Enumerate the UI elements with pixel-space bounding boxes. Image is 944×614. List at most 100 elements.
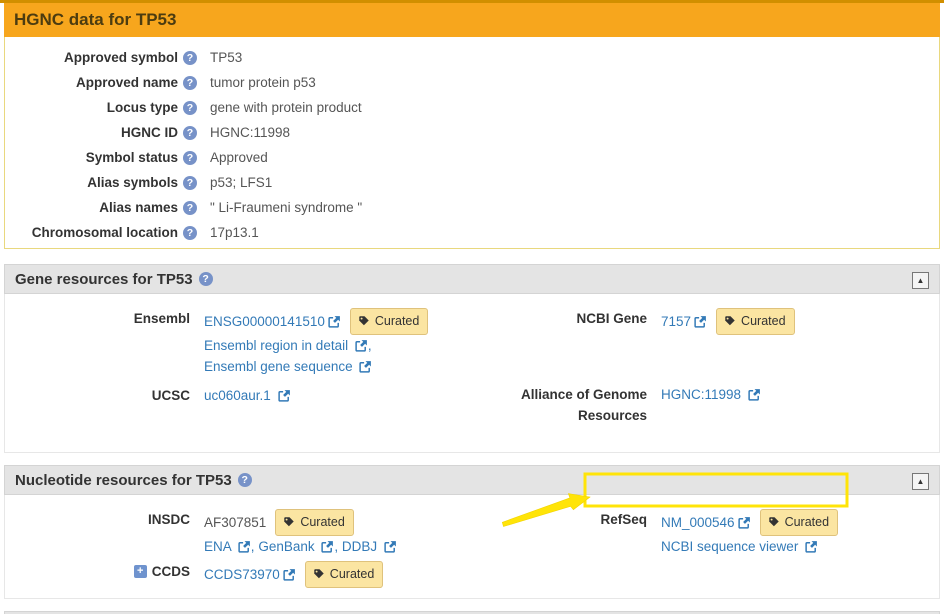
help-icon[interactable]: ?: [183, 201, 197, 215]
help-icon[interactable]: ?: [238, 473, 252, 487]
hgnc-panel-body: Approved symbol? TP53 Approved name? tum…: [4, 37, 940, 249]
field-value: 17p13.1: [210, 225, 939, 240]
curated-badge: Curated: [350, 308, 428, 335]
gene-resources-body: Ensembl ENSG00000141510 Curated Ensembl …: [4, 294, 940, 453]
resource-row-refseq: RefSeq NM_000546 Curated NCBI sequence v…: [472, 509, 939, 557]
resource-label: NCBI Gene: [472, 308, 647, 329]
field-label: Approved symbol: [64, 50, 178, 65]
field-label: Symbol status: [86, 150, 178, 165]
collapse-icon: ▲: [917, 276, 925, 285]
nucleotide-right-column: RefSeq NM_000546 Curated NCBI sequence v…: [472, 509, 939, 557]
ddbj-link[interactable]: DDBJ: [342, 539, 377, 554]
external-link-icon: [384, 540, 397, 553]
table-row: Approved symbol? TP53: [5, 45, 939, 70]
ccds-id-link[interactable]: CCDS73970: [204, 564, 280, 586]
hgnc-data-panel: HGNC data for TP53 Approved symbol? TP53…: [4, 3, 940, 249]
field-label: Locus type: [107, 100, 178, 115]
ncbi-gene-id-link[interactable]: 7157: [661, 311, 691, 333]
field-label: HGNC ID: [121, 125, 178, 140]
resource-row-alliance: Alliance of Genome Resources HGNC:11998: [472, 384, 939, 426]
resource-label: Ensembl: [5, 308, 190, 329]
hgnc-gene-page: HGNC data for TP53 Approved symbol? TP53…: [0, 0, 944, 614]
table-row: Symbol status? Approved: [5, 145, 939, 170]
collapse-button[interactable]: ▲: [912, 473, 929, 490]
gene-resources-section: Gene resources for TP53 ? ▲ Ensembl ENSG…: [4, 264, 940, 453]
help-icon[interactable]: ?: [183, 76, 197, 90]
field-label: Approved name: [76, 75, 178, 90]
field-value: Approved: [210, 150, 939, 165]
help-icon[interactable]: ?: [183, 176, 197, 190]
field-value: " Li-Fraumeni syndrome ": [210, 200, 939, 215]
external-link-icon: [805, 540, 818, 553]
collapse-icon: ▲: [917, 477, 925, 486]
table-row: Alias symbols? p53; LFS1: [5, 170, 939, 195]
resource-label: Alliance of Genome Resources: [472, 384, 647, 426]
help-icon[interactable]: ?: [183, 151, 197, 165]
external-link-icon: [278, 389, 291, 402]
resource-row-ccds: +CCDS CCDS73970 Curated: [5, 561, 472, 588]
field-value: TP53: [210, 50, 939, 65]
ena-link[interactable]: ENA: [204, 539, 231, 554]
resource-label: +CCDS: [5, 561, 190, 582]
table-row: Alias names? " Li-Fraumeni syndrome ": [5, 195, 939, 220]
table-row: HGNC ID? HGNC:11998: [5, 120, 939, 145]
external-link-icon: [328, 315, 341, 328]
help-icon[interactable]: ?: [183, 51, 197, 65]
curated-badge: Curated: [760, 509, 838, 536]
ncbi-sequence-viewer-link[interactable]: NCBI sequence viewer: [661, 539, 798, 554]
ensembl-id-link[interactable]: ENSG00000141510: [204, 311, 325, 333]
external-link-icon: [355, 339, 368, 352]
tag-icon: [724, 315, 736, 327]
field-label: Chromosomal location: [32, 225, 178, 240]
resource-label: UCSC: [5, 385, 190, 406]
resource-row-ucsc: UCSC uc060aur.1: [5, 385, 472, 406]
field-label: Alias symbols: [87, 175, 178, 190]
curated-badge: Curated: [716, 308, 794, 335]
help-icon[interactable]: ?: [199, 272, 213, 286]
gene-resources-heading: Gene resources for TP53 ? ▲: [4, 264, 940, 294]
gene-right-column: NCBI Gene 7157 Curated Alliance of Genom…: [472, 308, 939, 426]
external-link-icon: [283, 568, 296, 581]
resource-label: RefSeq: [472, 509, 647, 530]
ensembl-sequence-link[interactable]: Ensembl gene sequence: [204, 359, 353, 374]
external-link-icon: [359, 360, 372, 373]
resource-row-insdc: INSDC AF307851 Curated ENA , GenBank , D…: [5, 509, 472, 557]
resource-row-ncbi: NCBI Gene 7157 Curated: [472, 308, 939, 335]
separator: ,: [334, 539, 338, 554]
insdc-accession: AF307851: [204, 512, 266, 534]
ensembl-region-link[interactable]: Ensembl region in detail: [204, 338, 348, 353]
field-value: p53; LFS1: [210, 175, 939, 190]
table-row: Chromosomal location? 17p13.1: [5, 220, 939, 245]
help-icon[interactable]: ?: [183, 101, 197, 115]
separator: ,: [251, 539, 255, 554]
hgnc-panel-title: HGNC data for TP53: [4, 3, 940, 37]
field-label: Alias names: [99, 200, 178, 215]
tag-icon: [283, 516, 295, 528]
help-icon[interactable]: ?: [183, 126, 197, 140]
table-row: Approved name? tumor protein p53: [5, 70, 939, 95]
tag-icon: [768, 516, 780, 528]
external-link-icon: [694, 315, 707, 328]
external-link-icon: [748, 388, 761, 401]
external-link-icon: [738, 516, 751, 529]
nucleotide-resources-heading: Nucleotide resources for TP53 ? ▲: [4, 465, 940, 495]
gene-left-column: Ensembl ENSG00000141510 Curated Ensembl …: [5, 308, 472, 406]
resource-label: INSDC: [5, 509, 190, 530]
curated-badge: Curated: [305, 561, 383, 588]
field-value: HGNC:11998: [210, 125, 939, 140]
nucleotide-resources-body: INSDC AF307851 Curated ENA , GenBank , D…: [4, 495, 940, 599]
field-value: gene with protein product: [210, 100, 939, 115]
tag-icon: [313, 568, 325, 580]
genbank-link[interactable]: GenBank: [258, 539, 314, 554]
external-link-icon: [321, 540, 334, 553]
refseq-id-link[interactable]: NM_000546: [661, 512, 735, 534]
expand-plus-icon[interactable]: +: [134, 565, 147, 578]
separator: ,: [368, 338, 372, 353]
external-link-icon: [238, 540, 251, 553]
field-value: tumor protein p53: [210, 75, 939, 90]
help-icon[interactable]: ?: [183, 226, 197, 240]
alliance-id-link[interactable]: HGNC:11998: [661, 387, 741, 402]
collapse-button[interactable]: ▲: [912, 272, 929, 289]
section-title: Nucleotide resources for TP53: [15, 472, 232, 489]
ucsc-id-link[interactable]: uc060aur.1: [204, 388, 271, 403]
